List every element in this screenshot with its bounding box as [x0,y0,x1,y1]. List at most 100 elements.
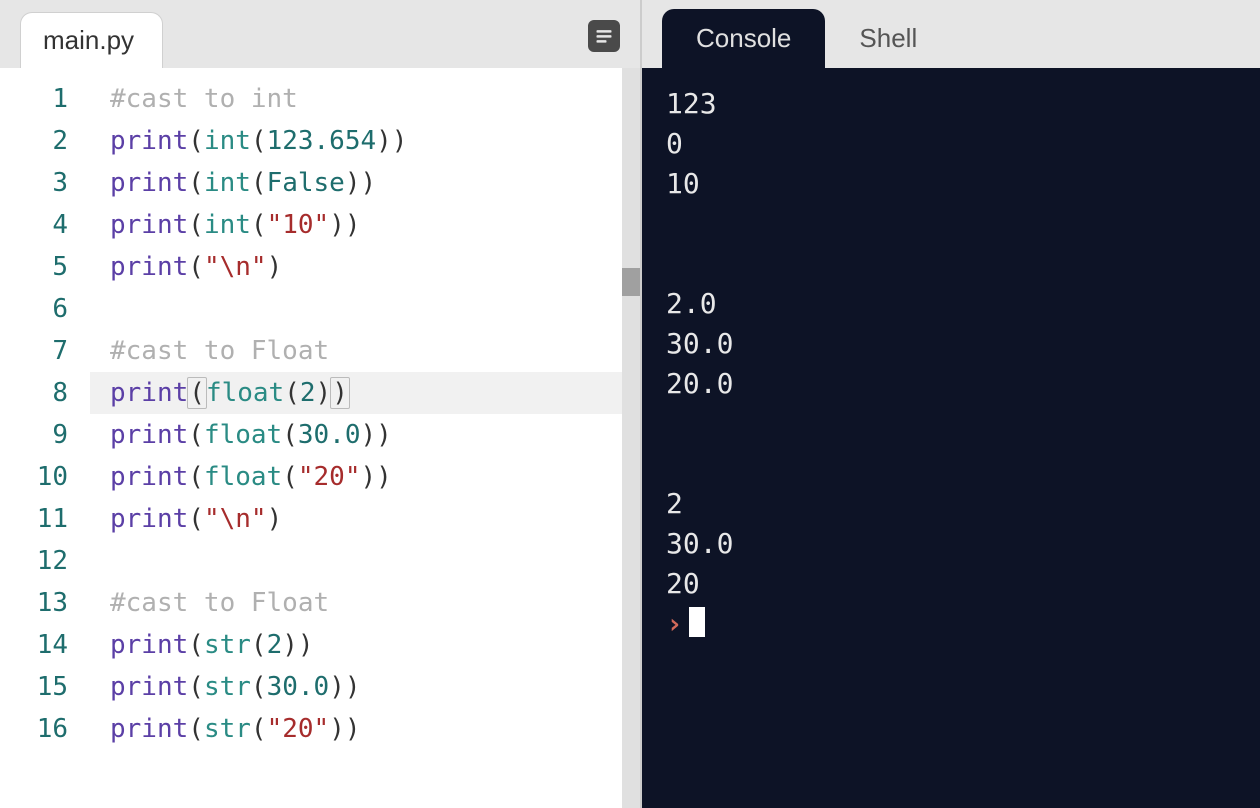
console-line [666,244,1236,284]
code-line[interactable]: print(int(False)) [90,162,640,204]
code-token: ) [282,630,298,660]
code-token: ( [187,377,207,409]
editor-scrollbar-thumb[interactable] [622,268,640,296]
code-area[interactable]: #cast to intprint(int(123.654))print(int… [90,68,640,808]
file-tab[interactable]: main.py [20,12,163,68]
editor-pane: main.py 12345678910111213141516 #cast to… [0,0,640,808]
code-token: ( [188,462,204,492]
code-token: ) [376,462,392,492]
code-token: print [110,504,188,534]
code-line[interactable] [90,540,640,582]
console-prompt[interactable]: › [666,604,1236,644]
code-line[interactable]: print(str("20")) [90,708,640,750]
line-number: 14 [0,624,68,666]
code-token: str [204,672,251,702]
code-token: int [204,168,251,198]
console-line: 30.0 [666,524,1236,564]
code-line[interactable]: print(str(30.0)) [90,666,640,708]
console-line: 20 [666,564,1236,604]
code-line[interactable]: #cast to int [90,78,640,120]
code-line[interactable] [90,288,640,330]
code-token: str [204,714,251,744]
code-token: ) [361,462,377,492]
code-token: ( [188,420,204,450]
console-pane: Console Shell 123010 2.030.020.0 230.020… [640,0,1260,808]
code-token: int [204,210,251,240]
code-line[interactable]: print(float(30.0)) [90,414,640,456]
code-intelligence-icon[interactable] [588,20,620,52]
line-number: 15 [0,666,68,708]
tab-console[interactable]: Console [662,9,825,68]
code-token: ( [251,126,267,156]
code-token: float [204,420,282,450]
code-token: ( [251,630,267,660]
tab-shell[interactable]: Shell [825,9,951,68]
code-token: ) [376,126,392,156]
code-token: ) [376,420,392,450]
code-line[interactable]: print(int(123.654)) [90,120,640,162]
code-token: ) [345,168,361,198]
console-line [666,204,1236,244]
code-token: ( [284,378,300,408]
console-line: 0 [666,124,1236,164]
code-token: ( [188,714,204,744]
code-token: print [110,672,188,702]
code-token: print [110,378,188,408]
console-line: 30.0 [666,324,1236,364]
code-token: 123.654 [267,126,377,156]
console-line: 2 [666,484,1236,524]
code-token: print [110,630,188,660]
prompt-chevron-icon: › [666,607,683,640]
code-token: ) [330,377,350,409]
code-token: 30.0 [267,672,330,702]
code-token: "\n" [204,252,267,282]
code-line[interactable]: print(int("10")) [90,204,640,246]
code-line[interactable]: print(str(2)) [90,624,640,666]
line-number: 10 [0,456,68,498]
code-token: False [267,168,345,198]
code-token: 2 [267,630,283,660]
code-token: ( [188,672,204,702]
code-token: print [110,462,188,492]
code-line[interactable]: print("\n") [90,246,640,288]
code-token: ) [345,714,361,744]
code-token: float [204,462,282,492]
console-output[interactable]: 123010 2.030.020.0 230.020› [642,68,1260,808]
line-number: 3 [0,162,68,204]
code-token: ) [316,378,332,408]
code-token: print [110,252,188,282]
code-token: ) [345,672,361,702]
code-token: ( [188,252,204,282]
line-number: 1 [0,78,68,120]
code-token: ) [361,420,377,450]
line-number: 6 [0,288,68,330]
code-line[interactable]: print(float(2)) [90,372,640,414]
code-token: ( [282,420,298,450]
code-token: int [204,126,251,156]
code-token: ( [188,630,204,660]
editor-body[interactable]: 12345678910111213141516 #cast to intprin… [0,68,640,808]
code-token: print [110,714,188,744]
code-line[interactable]: #cast to Float [90,582,640,624]
console-tab-row: Console Shell [642,0,1260,68]
line-number: 11 [0,498,68,540]
code-line[interactable]: #cast to Float [90,330,640,372]
editor-scrollbar[interactable] [622,68,640,808]
line-number: 9 [0,414,68,456]
code-token: ) [298,630,314,660]
code-token: print [110,210,188,240]
line-number: 12 [0,540,68,582]
code-token: #cast to Float [110,336,329,366]
code-token: ( [188,168,204,198]
console-line: 2.0 [666,284,1236,324]
console-cursor [689,607,705,637]
code-line[interactable]: print("\n") [90,498,640,540]
console-line [666,444,1236,484]
app-root: main.py 12345678910111213141516 #cast to… [0,0,1260,808]
code-line[interactable]: print(float("20")) [90,456,640,498]
code-token: ( [251,672,267,702]
code-token: 2 [300,378,316,408]
code-token: ) [329,714,345,744]
code-token: #cast to Float [110,588,329,618]
line-number: 7 [0,330,68,372]
